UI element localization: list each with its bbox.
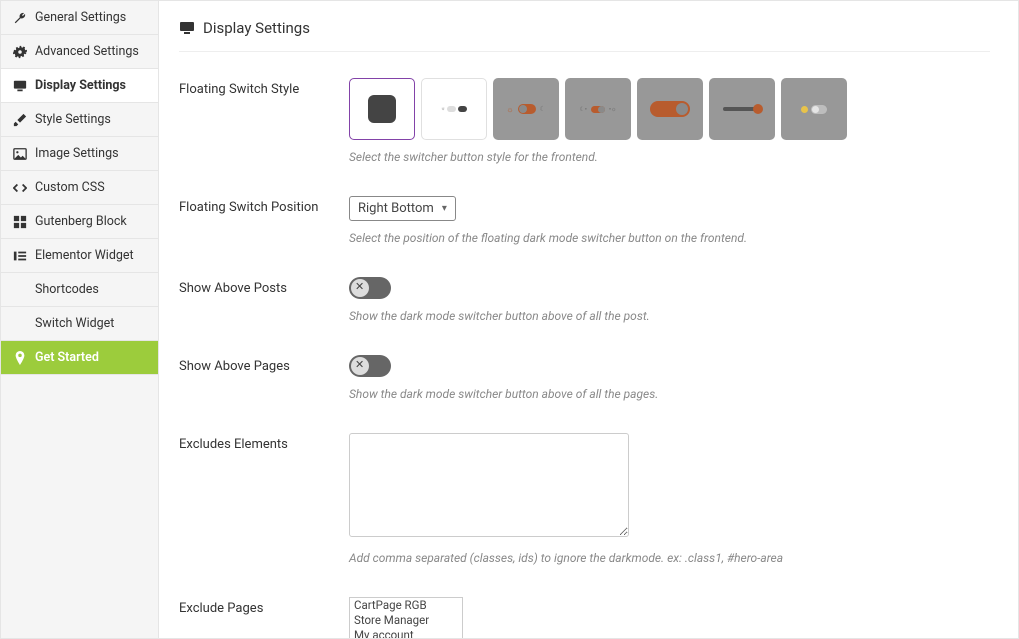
field-help: Select the switcher button style for the…: [349, 150, 990, 164]
field-label-excludes: Excludes Elements: [179, 433, 349, 452]
switch-style-option-7[interactable]: [781, 78, 847, 140]
wrench-icon: [13, 11, 27, 25]
widget-icon: [13, 249, 27, 263]
exclude-pages-select[interactable]: CartPage RGB Store Manager My account Ch…: [349, 597, 463, 638]
field-label-above-posts: Show Above Posts: [179, 277, 349, 296]
sidebar-item-label: Custom CSS: [35, 180, 105, 195]
switch-style-option-4[interactable]: ☾• •☼: [565, 78, 631, 140]
field-label-above-pages: Show Above Pages: [179, 355, 349, 374]
chevron-down-icon: ▾: [442, 203, 447, 214]
switch-style-option-3[interactable]: ☼ ☾: [493, 78, 559, 140]
sidebar-item-image[interactable]: Image Settings: [1, 137, 158, 171]
switch-position-select[interactable]: Right Bottom ▾: [349, 196, 456, 221]
switch-style-option-1[interactable]: [349, 78, 415, 140]
switch-style-options: ☼ ☼ ☾ ☾•: [349, 78, 990, 140]
page-title: Display Settings: [203, 19, 310, 37]
sidebar-item-css[interactable]: Custom CSS: [1, 171, 158, 205]
field-help: Add comma separated (classes, ids) to ig…: [349, 551, 990, 565]
excludes-elements-input[interactable]: [349, 433, 629, 537]
gear-icon: [13, 45, 27, 59]
field-label-exclude-pages: Exclude Pages: [179, 597, 349, 616]
field-label-switch-position: Floating Switch Position: [179, 196, 349, 215]
block-icon: [13, 215, 27, 229]
sidebar-item-get-started[interactable]: Get Started: [1, 341, 158, 375]
field-help: Show the dark mode switcher button above…: [349, 387, 990, 401]
settings-sidebar: General Settings Advanced Settings Displ…: [1, 1, 159, 638]
exclude-pages-option[interactable]: My account: [350, 628, 462, 638]
sidebar-item-general[interactable]: General Settings: [1, 1, 158, 35]
switch-style-option-2[interactable]: ☼: [421, 78, 487, 140]
field-label-switch-style: Floating Switch Style: [179, 78, 349, 97]
sidebar-item-label: Advanced Settings: [35, 44, 139, 59]
code-icon: [13, 181, 27, 195]
pin-icon: [13, 351, 27, 365]
image-icon: [13, 147, 27, 161]
display-icon: [13, 79, 27, 93]
page-header: Display Settings: [179, 19, 990, 52]
sidebar-item-label: Elementor Widget: [35, 248, 134, 263]
field-help: Show the dark mode switcher button above…: [349, 309, 990, 323]
switch-style-option-6[interactable]: [709, 78, 775, 140]
sidebar-item-gutenberg[interactable]: Gutenberg Block: [1, 205, 158, 239]
sidebar-item-label: Get Started: [35, 350, 99, 365]
sidebar-item-label: Image Settings: [35, 146, 119, 161]
select-value: Right Bottom: [358, 201, 434, 216]
exclude-pages-option[interactable]: CartPage RGB: [350, 598, 462, 613]
field-help: Select the position of the floating dark…: [349, 231, 990, 245]
brush-icon: [13, 113, 27, 127]
sidebar-item-label: Display Settings: [35, 78, 126, 93]
sidebar-item-switch-widget[interactable]: Switch Widget: [1, 307, 158, 341]
sidebar-item-elementor[interactable]: Elementor Widget: [1, 239, 158, 273]
display-icon: [179, 20, 195, 36]
sidebar-item-label: Shortcodes: [35, 282, 99, 297]
sidebar-item-shortcodes[interactable]: Shortcodes: [1, 273, 158, 307]
above-posts-toggle[interactable]: [349, 277, 391, 299]
sidebar-item-label: Gutenberg Block: [35, 214, 127, 229]
sidebar-item-label: Switch Widget: [35, 316, 114, 331]
sidebar-item-advanced[interactable]: Advanced Settings: [1, 35, 158, 69]
switch-style-option-5[interactable]: [637, 78, 703, 140]
sidebar-item-label: Style Settings: [35, 112, 111, 127]
sidebar-item-style[interactable]: Style Settings: [1, 103, 158, 137]
main-panel: Display Settings Floating Switch Style ☼: [159, 1, 1018, 638]
above-pages-toggle[interactable]: [349, 355, 391, 377]
exclude-pages-option[interactable]: Store Manager: [350, 613, 462, 628]
sidebar-item-label: General Settings: [35, 10, 126, 25]
sidebar-item-display[interactable]: Display Settings: [1, 69, 158, 103]
moon-icon: [368, 95, 396, 123]
